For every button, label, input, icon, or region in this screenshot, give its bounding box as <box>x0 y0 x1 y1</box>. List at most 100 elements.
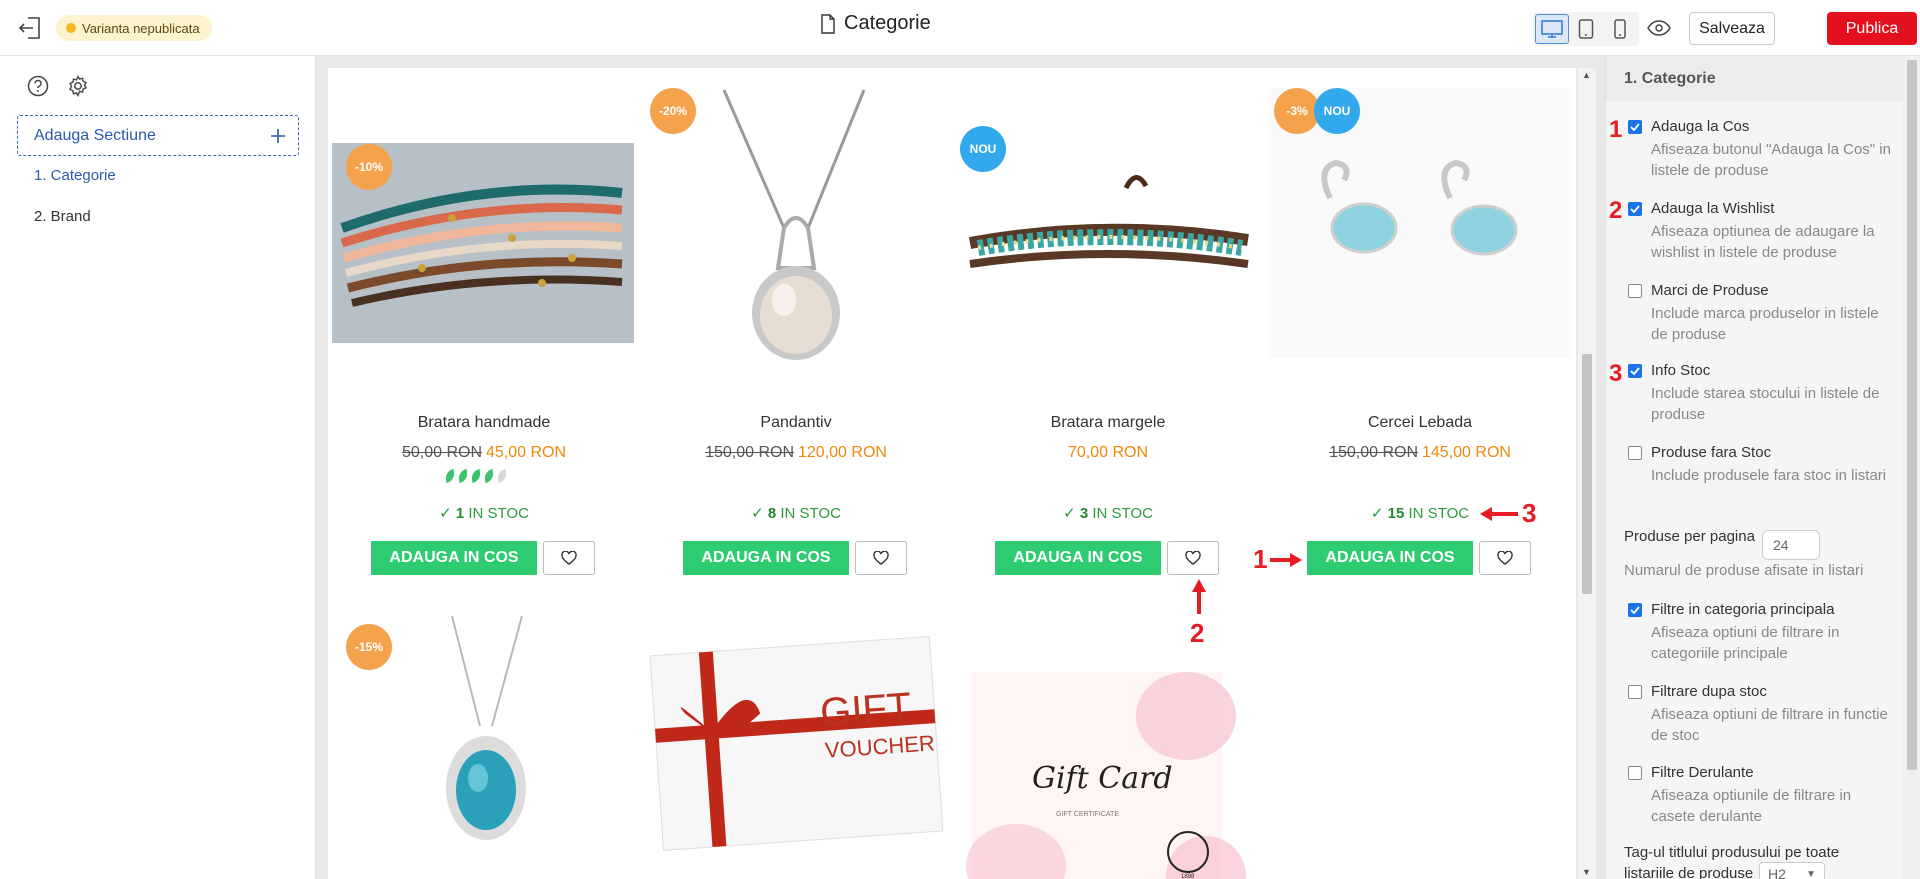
giftcard-year: 1898 <box>1181 874 1195 879</box>
option-description: Afiseaza optiuni de filtrare in functie … <box>1651 706 1888 744</box>
preview-eye-icon[interactable] <box>1645 14 1673 42</box>
product-name[interactable]: Bratara margele <box>956 414 1260 432</box>
checkbox-filtre-categoria-principala[interactable] <box>1628 602 1642 617</box>
add-section-label: Adauga Sectiune <box>34 126 156 144</box>
stock-info: ✓ 8 IN STOC <box>751 505 841 522</box>
exit-icon[interactable] <box>16 14 44 42</box>
heart-icon <box>1497 551 1513 565</box>
stock-label: IN STOC <box>468 505 529 522</box>
annotation-number-stock: 3 <box>1522 498 1537 528</box>
option-label: Produse fara Stoc <box>1651 444 1772 461</box>
option-description: Include starea stocului in listele de pr… <box>1651 385 1880 423</box>
option-description: Afiseaza optiunea de adaugare la wishlis… <box>1651 223 1875 261</box>
stock-count: 3 <box>1079 505 1089 522</box>
sidebar-item-brand[interactable]: 2. Brand <box>34 208 91 225</box>
product-price: 70,00 RON <box>956 444 1260 462</box>
title-tag-value: H2 <box>1768 866 1786 879</box>
draft-status-label: Varianta nepublicata <box>82 20 200 36</box>
per-page-input[interactable] <box>1762 530 1820 560</box>
help-icon[interactable] <box>24 72 52 100</box>
arrow-right-icon <box>1270 553 1302 567</box>
option-label: Adauga la Cos <box>1651 118 1750 135</box>
scroll-up-icon[interactable]: ▲ <box>1582 70 1591 80</box>
checkbox-produse-fara-stoc[interactable] <box>1628 445 1642 460</box>
product-image[interactable]: Gift Card GIFT CERTIFICATE 1898 DĂDĂRLAT <box>956 616 1260 879</box>
canvas-scrollbar[interactable]: ▲ ▼ <box>1578 68 1596 879</box>
option-adauga-la-cos: Adauga la Cos Afiseaza butonul "Adauga l… <box>1628 118 1898 181</box>
rating-leaf-icon <box>469 468 483 484</box>
stock-label: IN STOC <box>780 505 841 522</box>
settings-panel: 1. Categorie 1 Adauga la Cos Afiseaza bu… <box>1605 56 1920 879</box>
add-to-cart-button[interactable]: ADAUGA IN COS <box>371 541 537 575</box>
mobile-view-button[interactable] <box>1603 14 1637 44</box>
page-title-text: Categorie <box>844 12 931 34</box>
rating-leaf-icon <box>482 468 496 484</box>
option-label: Adauga la Wishlist <box>1651 200 1775 217</box>
checkbox-filtrare-dupa-stoc[interactable] <box>1628 684 1642 699</box>
heart-icon <box>1185 551 1201 565</box>
tablet-view-button[interactable] <box>1569 14 1603 44</box>
checkbox-adauga-la-cos[interactable] <box>1628 119 1642 134</box>
product-image[interactable] <box>956 68 1260 366</box>
wishlist-button[interactable] <box>1167 541 1219 575</box>
settings-scrollbar[interactable] <box>1903 56 1920 879</box>
discount-badge: -15% <box>346 624 392 670</box>
scroll-down-icon[interactable]: ▼ <box>1582 867 1591 877</box>
product-image[interactable]: GIFT VOUCHER <box>644 616 948 879</box>
option-description: Afiseaza optiuni de filtrare in categori… <box>1651 624 1840 662</box>
settings-marker-2: 2 <box>1609 197 1623 224</box>
product-name[interactable]: Bratara handmade <box>332 414 636 432</box>
option-produse-fara-stoc: Produse fara Stoc Include produsele fara… <box>1628 444 1898 486</box>
option-description: Afiseaza optiunile de filtrare in casete… <box>1651 787 1852 825</box>
option-adauga-la-wishlist: Adauga la Wishlist Afiseaza optiunea de … <box>1628 200 1898 263</box>
heart-icon <box>561 551 577 565</box>
rating-leaf-icon <box>495 468 509 484</box>
annotation-number-cart: 1 <box>1253 544 1268 574</box>
old-price: 150,00 RON <box>1329 444 1418 461</box>
page-title: Categorie <box>820 12 931 35</box>
scrollbar-thumb[interactable] <box>1582 354 1592 594</box>
option-description: Include produsele fara stoc in listari <box>1651 467 1887 484</box>
settings-panel-title: 1. Categorie <box>1606 56 1903 101</box>
add-to-cart-button[interactable]: ADAUGA IN COS <box>683 541 849 575</box>
desktop-view-button[interactable] <box>1535 14 1569 44</box>
option-description: Afiseaza butonul "Adauga la Cos" in list… <box>1651 141 1891 179</box>
add-to-cart-button[interactable]: ADAUGA IN COS <box>995 541 1161 575</box>
rating-leaf-icon <box>456 468 470 484</box>
option-info-stoc: Info Stoc Include starea stocului in lis… <box>1628 362 1898 425</box>
checkbox-info-stoc[interactable] <box>1628 363 1642 378</box>
top-bar: Varianta nepublicata Categorie Salveaza … <box>0 0 1920 56</box>
old-price: 50,00 RON <box>401 444 482 461</box>
title-tag-select[interactable]: H2 ▼ <box>1759 862 1825 879</box>
stock-info: ✓ 1 IN STOC <box>439 505 529 522</box>
scrollbar-thumb[interactable] <box>1907 60 1917 770</box>
wishlist-button[interactable] <box>543 541 595 575</box>
product-name[interactable]: Cercei Lebada <box>1268 414 1572 432</box>
new-badge: NOU <box>960 126 1006 172</box>
settings-gear-icon[interactable] <box>64 72 92 100</box>
plus-icon <box>271 128 285 143</box>
new-badge: NOU <box>1314 88 1360 134</box>
preview-canvas: -10% Bratara handmade 50,00 RON 45,00 RON… <box>316 56 1605 879</box>
option-marci-de-produse: Marci de Produse Include marca produselo… <box>1628 282 1898 345</box>
product-image[interactable] <box>332 68 636 366</box>
product-name[interactable]: Pandantiv <box>644 414 948 432</box>
option-label: Marci de Produse <box>1651 282 1769 299</box>
option-description: Include marca produselor in listele de p… <box>1651 305 1879 343</box>
publish-button[interactable]: Publica <box>1827 12 1917 45</box>
checkbox-filtre-derulante[interactable] <box>1628 765 1642 780</box>
voucher-text-gift: GIFT <box>819 685 913 735</box>
arrow-left-icon <box>1480 507 1518 521</box>
checkbox-marci-de-produse[interactable] <box>1628 283 1642 298</box>
sidebar-item-categorie[interactable]: 1. Categorie <box>34 167 116 184</box>
add-to-cart-button[interactable]: ADAUGA IN COS <box>1307 541 1473 575</box>
checkbox-adauga-la-wishlist[interactable] <box>1628 201 1642 216</box>
document-icon <box>821 13 835 34</box>
wishlist-button[interactable] <box>855 541 907 575</box>
save-button[interactable]: Salveaza <box>1689 12 1775 45</box>
wishlist-button[interactable] <box>1479 541 1531 575</box>
stock-count: 15 <box>1387 505 1405 522</box>
add-section-button[interactable]: Adauga Sectiune <box>17 115 299 156</box>
left-sidebar: Adauga Sectiune 1. Categorie 2. Brand <box>0 56 316 879</box>
stock-count: 1 <box>455 505 465 522</box>
